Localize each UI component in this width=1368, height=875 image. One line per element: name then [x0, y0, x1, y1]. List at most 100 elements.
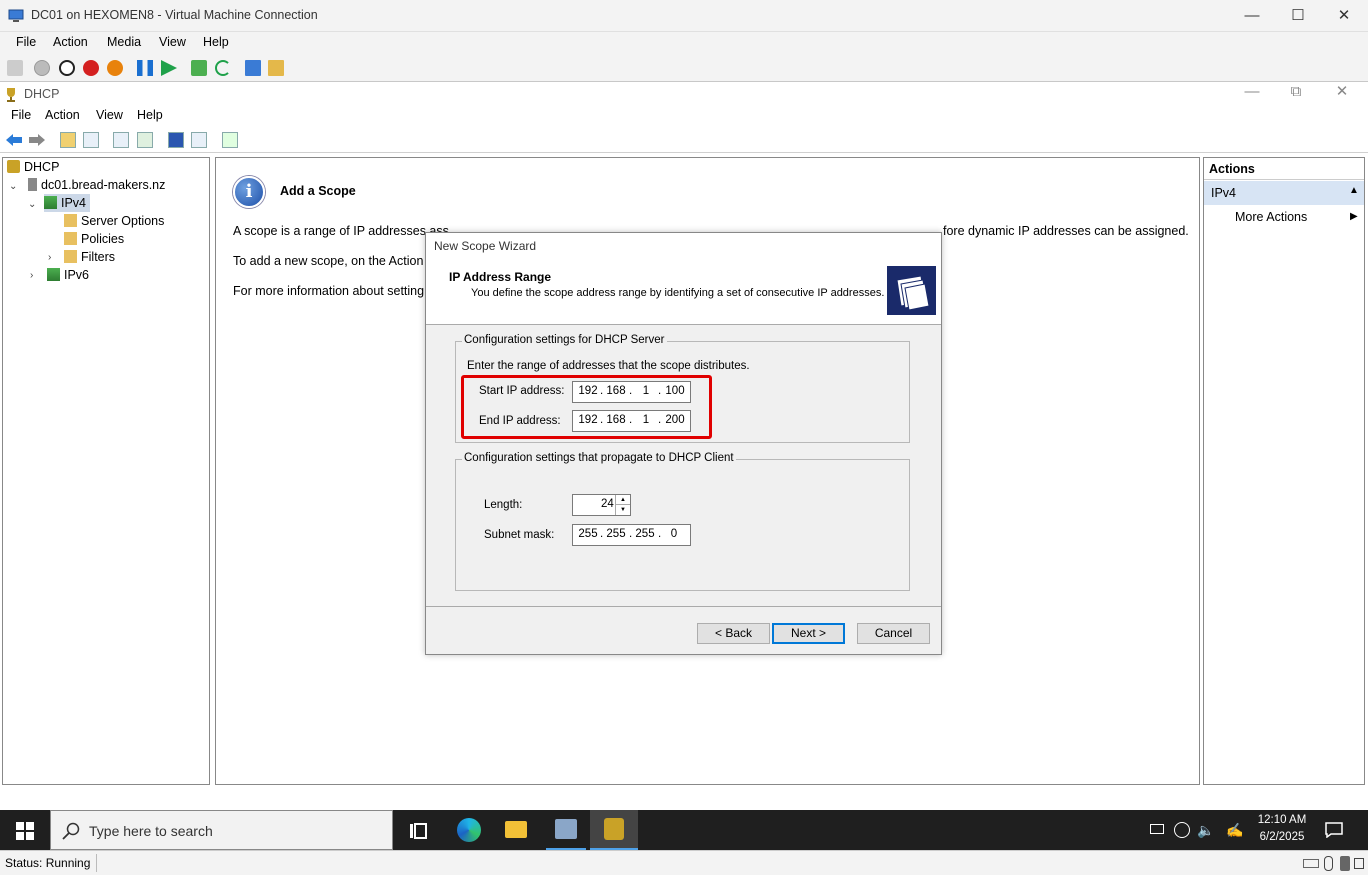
keyboard-icon	[1303, 859, 1319, 868]
scope-description-right: fore dynamic IP addresses can be assigne…	[943, 224, 1189, 238]
length-value[interactable]: 24	[601, 498, 614, 510]
turn-off-icon[interactable]	[59, 60, 75, 76]
forward-arrow-icon[interactable]	[28, 132, 46, 148]
windows-start-icon[interactable]	[16, 822, 34, 840]
dialog-header-title: IP Address Range	[449, 270, 552, 284]
stepper-up-icon[interactable]: ▲	[615, 495, 630, 505]
actions-section-ipv4[interactable]: IPv4 ▲	[1204, 181, 1364, 205]
tree-label-policies: Policies	[81, 232, 125, 246]
tree-label-ipv4: IPv4	[61, 196, 87, 210]
start-icon[interactable]	[34, 60, 50, 76]
scope-description-left: A scope is a range of IP addresses ass	[233, 224, 449, 238]
length-stepper[interactable]: 24 ▲ ▼	[572, 494, 631, 516]
subnet-mask-field[interactable]: 255 . 255 . 255 . 0	[572, 524, 691, 546]
vm-menu-media[interactable]: Media	[107, 35, 141, 49]
tree-item-ipv6[interactable]: IPv6	[47, 266, 89, 284]
minimize-button[interactable]: —	[1229, 0, 1275, 32]
clock-time[interactable]: 12:10 AM	[1252, 814, 1312, 826]
mask-octet-2[interactable]: 255	[603, 528, 629, 540]
task-view-icon[interactable]	[409, 822, 427, 840]
power-icon[interactable]	[107, 60, 123, 76]
vm-menu-action[interactable]: Action	[53, 35, 88, 49]
vm-statusbar: Status: Running	[0, 850, 1368, 875]
trophy-icon	[7, 160, 20, 173]
properties-icon[interactable]	[113, 132, 129, 148]
server-manager-taskbar-button[interactable]	[546, 810, 586, 850]
mmc-menu-view[interactable]: View	[96, 108, 123, 122]
next-button[interactable]: Next >	[772, 623, 845, 644]
tree-item-server-options[interactable]: Server Options	[64, 212, 164, 230]
mmc-menu-file[interactable]: File	[11, 108, 31, 122]
enhanced-session-icon[interactable]	[245, 60, 261, 76]
checkpoint-icon[interactable]	[191, 60, 207, 76]
chevron-right-icon[interactable]: ›	[30, 270, 33, 281]
mask-octet-1[interactable]: 255	[575, 528, 601, 540]
server-settings-group-label: Configuration settings for DHCP Server	[462, 334, 667, 346]
vm-titlebar: DC01 on HEXOMEN8 - Virtual Machine Conne…	[0, 0, 1368, 32]
more-actions-item[interactable]: More Actions	[1235, 210, 1307, 224]
notification-icon[interactable]	[1325, 822, 1343, 838]
monitor-icon[interactable]	[222, 132, 238, 148]
ipv6-icon	[47, 268, 60, 281]
mmc-titlebar: DHCP — ⧉ ✕	[0, 83, 1368, 107]
tree-item-dhcp[interactable]: DHCP	[7, 158, 59, 176]
up-folder-icon[interactable]	[60, 132, 76, 148]
chevron-down-icon[interactable]: ⌄	[28, 199, 36, 210]
revert-icon[interactable]	[215, 60, 231, 76]
filters-icon	[64, 250, 77, 263]
taskbar-search-box[interactable]: Type here to search	[50, 810, 393, 850]
share-icon[interactable]	[268, 60, 284, 76]
globe-icon[interactable]	[1174, 822, 1190, 838]
back-button[interactable]: < Back	[697, 623, 770, 644]
maximize-button[interactable]: ☐	[1275, 0, 1321, 32]
tree-label-ipv6: IPv6	[64, 268, 90, 282]
volume-muted-icon[interactable]: 🔈	[1197, 822, 1214, 839]
tree-item-policies[interactable]: Policies	[64, 230, 124, 248]
stepper-down-icon[interactable]: ▼	[615, 505, 630, 515]
shutdown-icon[interactable]	[83, 60, 99, 76]
tree-item-server[interactable]: dc01.bread-makers.nz	[28, 176, 165, 194]
dialog-header-subtitle: You define the scope address range by id…	[471, 287, 885, 299]
mmc-menu-action[interactable]: Action	[45, 108, 80, 122]
clock-date[interactable]: 6/2/2025	[1252, 831, 1312, 843]
cancel-button[interactable]: Cancel	[857, 623, 930, 644]
network-icon[interactable]	[1150, 824, 1164, 834]
tree-label-dhcp: DHCP	[24, 160, 60, 174]
chevron-right-icon[interactable]: ›	[48, 252, 51, 263]
tree-item-filters[interactable]: Filters	[64, 248, 115, 266]
chevron-down-icon[interactable]: ⌄	[9, 181, 17, 192]
mmc-close-button[interactable]: ✕	[1319, 83, 1365, 107]
dhcp-taskbar-button[interactable]	[590, 810, 638, 850]
vm-menu-file[interactable]: File	[16, 35, 36, 49]
refresh-icon[interactable]	[137, 132, 153, 148]
show-hide-tree-icon[interactable]	[83, 132, 99, 148]
subnet-mask-label: Subnet mask:	[484, 529, 555, 541]
pause-icon[interactable]	[137, 60, 153, 76]
dhcp-trophy-icon	[7, 88, 15, 102]
back-arrow-icon[interactable]	[5, 132, 23, 148]
info-icon: i	[233, 176, 265, 208]
mmc-menu-help[interactable]: Help	[137, 108, 163, 122]
edge-icon[interactable]	[457, 818, 481, 842]
lock-icon	[1340, 856, 1350, 871]
pen-icon[interactable]: ✍	[1226, 822, 1243, 839]
vm-menu-help[interactable]: Help	[203, 35, 229, 49]
collapse-up-icon[interactable]: ▲	[1349, 185, 1359, 196]
file-explorer-icon[interactable]	[505, 821, 527, 838]
mmc-minimize-button[interactable]: —	[1229, 83, 1275, 107]
search-icon	[62, 822, 80, 840]
show-action-pane-icon[interactable]	[191, 132, 207, 148]
mmc-restore-button[interactable]: ⧉	[1273, 83, 1319, 107]
help-icon[interactable]	[168, 132, 184, 148]
mask-octet-4[interactable]: 0	[661, 528, 687, 540]
vm-toolbar	[0, 54, 1368, 82]
close-button[interactable]: ✕	[1321, 0, 1367, 32]
ctrl-alt-del-icon[interactable]	[7, 60, 23, 76]
tree-item-ipv4[interactable]: IPv4	[44, 194, 91, 212]
vm-menu-view[interactable]: View	[159, 35, 186, 49]
resume-icon[interactable]	[161, 60, 177, 76]
new-scope-wizard-dialog: New Scope Wizard IP Address Range You de…	[425, 232, 942, 655]
mask-octet-3[interactable]: 255	[632, 528, 658, 540]
more-info-text: For more information about setting u	[233, 284, 435, 298]
actions-pane	[1203, 157, 1365, 785]
